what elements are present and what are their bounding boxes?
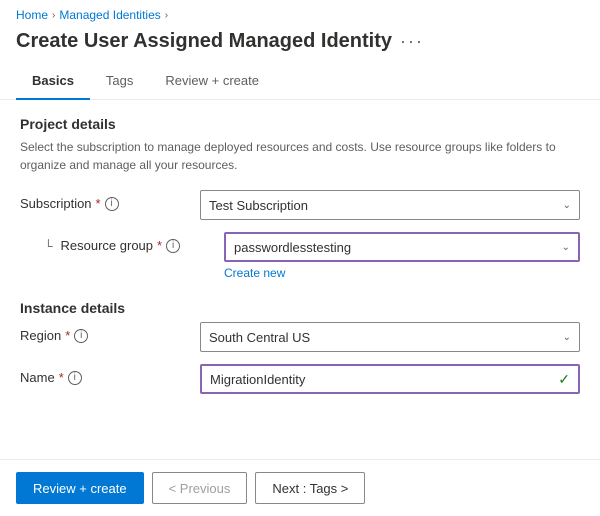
region-dropdown[interactable]: South Central US ⌄: [200, 322, 580, 352]
subscription-value: Test Subscription: [209, 198, 308, 213]
resource-group-info-icon[interactable]: i: [166, 239, 180, 253]
breadcrumb-sep-2: ›: [165, 10, 168, 21]
previous-button[interactable]: < Previous: [152, 472, 248, 504]
footer: Review + create < Previous Next : Tags >: [0, 459, 600, 516]
page-title-row: Create User Assigned Managed Identity ··…: [0, 26, 600, 65]
resource-group-row: Resource group * i passwordlesstesting ⌄…: [20, 232, 580, 280]
subscription-info-icon[interactable]: i: [105, 197, 119, 211]
tab-basics[interactable]: Basics: [16, 65, 90, 100]
subscription-control: Test Subscription ⌄: [200, 190, 580, 220]
resource-group-control: passwordlesstesting ⌄ Create new: [224, 232, 580, 280]
name-check-icon: ✓: [558, 371, 570, 388]
region-value: South Central US: [209, 330, 310, 345]
resource-group-required: *: [157, 238, 162, 253]
page-menu-icon[interactable]: ···: [400, 31, 424, 52]
breadcrumb-home[interactable]: Home: [16, 8, 48, 22]
page-title: Create User Assigned Managed Identity: [16, 30, 392, 53]
create-new-link[interactable]: Create new: [224, 266, 580, 280]
name-control: MigrationIdentity ✓: [200, 364, 580, 394]
tab-bar: Basics Tags Review + create: [0, 65, 600, 100]
subscription-row: Subscription * i Test Subscription ⌄: [20, 190, 580, 220]
subscription-required: *: [96, 196, 101, 211]
region-info-icon[interactable]: i: [74, 329, 88, 343]
project-section-title: Project details: [20, 116, 580, 132]
instance-details-section: Instance details Region * i South Centra…: [20, 300, 580, 394]
name-row: Name * i MigrationIdentity ✓: [20, 364, 580, 394]
breadcrumb: Home › Managed Identities ›: [0, 0, 600, 26]
project-details-section: Project details Select the subscription …: [20, 116, 580, 280]
tab-review-create[interactable]: Review + create: [149, 65, 275, 100]
tab-tags[interactable]: Tags: [90, 65, 149, 100]
subscription-chevron-icon: ⌄: [563, 200, 571, 211]
content-area: Project details Select the subscription …: [0, 100, 600, 459]
name-input[interactable]: MigrationIdentity ✓: [200, 364, 580, 394]
resource-group-label: Resource group * i: [44, 232, 224, 253]
region-label: Region * i: [20, 322, 200, 343]
name-required: *: [59, 370, 64, 385]
region-chevron-icon: ⌄: [563, 332, 571, 343]
project-section-description: Select the subscription to manage deploy…: [20, 138, 580, 174]
subscription-dropdown[interactable]: Test Subscription ⌄: [200, 190, 580, 220]
region-control: South Central US ⌄: [200, 322, 580, 352]
resource-group-dropdown[interactable]: passwordlesstesting ⌄: [224, 232, 580, 262]
resource-group-chevron-icon: ⌄: [562, 242, 570, 253]
review-create-button[interactable]: Review + create: [16, 472, 144, 504]
breadcrumb-sep-1: ›: [52, 10, 55, 21]
subscription-label: Subscription * i: [20, 190, 200, 211]
instance-section-title: Instance details: [20, 300, 580, 316]
name-value: MigrationIdentity: [210, 372, 305, 387]
region-row: Region * i South Central US ⌄: [20, 322, 580, 352]
name-info-icon[interactable]: i: [68, 371, 82, 385]
region-required: *: [65, 328, 70, 343]
next-button[interactable]: Next : Tags >: [255, 472, 365, 504]
breadcrumb-managed-identities[interactable]: Managed Identities: [59, 8, 160, 22]
name-label: Name * i: [20, 364, 200, 385]
resource-group-value: passwordlesstesting: [234, 240, 351, 255]
